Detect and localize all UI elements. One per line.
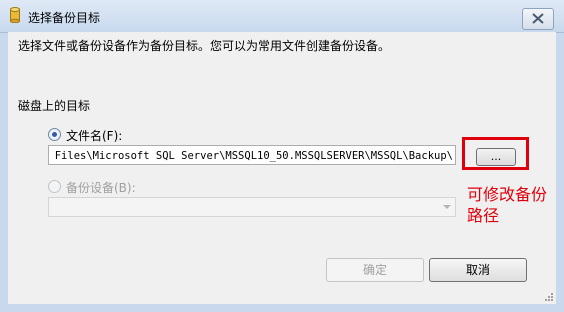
window-frame-left bbox=[0, 0, 8, 312]
backup-device-radio[interactable] bbox=[48, 180, 61, 193]
file-path-input[interactable]: gram Files\Microsoft SQL Server\MSSQL10_… bbox=[48, 145, 456, 165]
window-frame-right bbox=[556, 0, 564, 312]
cylinder-db-icon bbox=[10, 7, 20, 24]
title-bar[interactable]: 选择备份目标 bbox=[0, 0, 564, 33]
window-title: 选择备份目标 bbox=[28, 11, 101, 25]
section-label: 磁盘上的目标 bbox=[18, 99, 91, 113]
ok-button[interactable]: 确定 bbox=[326, 258, 424, 282]
cancel-button[interactable]: 取消 bbox=[429, 258, 527, 282]
file-name-label[interactable]: 文件名(F): bbox=[66, 127, 122, 144]
annotation-highlight-box bbox=[462, 137, 529, 170]
file-name-radio[interactable] bbox=[48, 128, 61, 141]
backup-device-label: 备份设备(B): bbox=[66, 181, 136, 195]
description-text: 选择文件或备份设备作为备份目标。您可以为常用文件创建备份设备。 bbox=[18, 39, 391, 53]
close-button[interactable] bbox=[522, 8, 554, 30]
file-path-value: gram Files\Microsoft SQL Server\MSSQL10_… bbox=[48, 150, 453, 162]
window-frame-bottom bbox=[0, 304, 564, 312]
close-icon bbox=[532, 13, 544, 24]
chevron-down-icon bbox=[443, 205, 451, 209]
resize-grip-icon[interactable] bbox=[544, 292, 554, 302]
backup-device-select[interactable] bbox=[48, 197, 456, 217]
annotation-text: 可修改备份路径 bbox=[467, 185, 548, 225]
